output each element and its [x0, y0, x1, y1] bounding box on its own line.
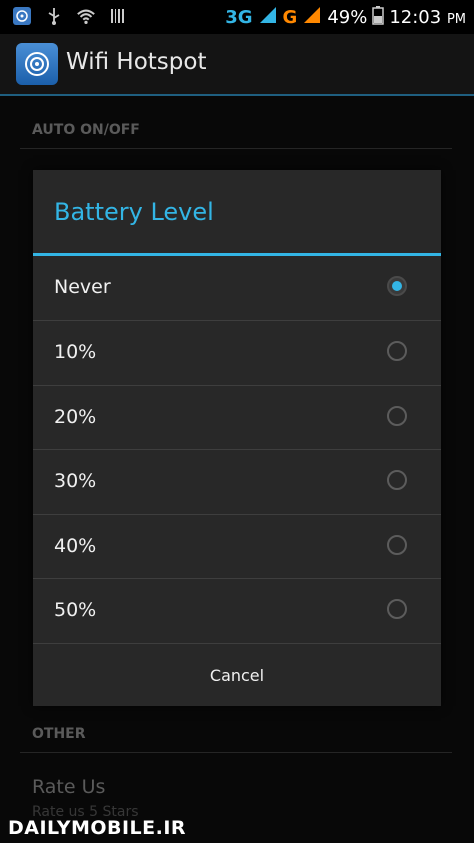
- clock: 12:03 PM: [389, 7, 466, 28]
- radio-selected-icon[interactable]: [387, 276, 407, 296]
- usb-icon: [44, 6, 64, 26]
- watermark-text: DAILYMOBILE.IR: [8, 817, 187, 839]
- action-bar: Wifi Hotspot: [0, 34, 474, 94]
- option-label: 50%: [54, 599, 97, 621]
- app-title: Wifi Hotspot: [66, 49, 207, 75]
- option-50[interactable]: 50%: [33, 579, 441, 643]
- option-label: 30%: [54, 470, 97, 492]
- option-label: 10%: [54, 341, 97, 363]
- option-label: Never: [54, 276, 111, 298]
- status-notifications: [12, 6, 128, 26]
- wifi-icon: [76, 6, 96, 26]
- status-indicators: 3G G 49% 12:03 PM: [225, 5, 466, 30]
- radio-unselected-icon[interactable]: [387, 599, 407, 619]
- barcode-icon: [108, 6, 128, 26]
- signal-g-icon: [302, 5, 322, 30]
- radio-unselected-icon[interactable]: [387, 470, 407, 490]
- status-bar: 3G G 49% 12:03 PM: [0, 0, 474, 34]
- network-g-label: G: [282, 7, 298, 28]
- battery-icon: [372, 5, 385, 30]
- option-label: 40%: [54, 535, 97, 557]
- hotspot-notification-icon: [12, 6, 32, 26]
- option-label: 20%: [54, 406, 97, 428]
- option-40[interactable]: 40%: [33, 515, 441, 579]
- radio-unselected-icon[interactable]: [387, 535, 407, 555]
- option-30[interactable]: 30%: [33, 450, 441, 514]
- clock-time: 12:03: [389, 7, 442, 28]
- network-3g-label: 3G: [225, 7, 253, 28]
- app-icon[interactable]: [16, 43, 58, 85]
- option-never[interactable]: Never: [33, 256, 441, 320]
- option-10[interactable]: 10%: [33, 321, 441, 385]
- cancel-button[interactable]: Cancel: [33, 644, 441, 706]
- radio-unselected-icon[interactable]: [387, 406, 407, 426]
- signal-3g-icon: [258, 5, 278, 30]
- radio-unselected-icon[interactable]: [387, 341, 407, 361]
- dialog-title: Battery Level: [54, 198, 214, 226]
- clock-ampm: PM: [446, 12, 466, 27]
- battery-level-dialog: Battery Level Never 10% 20% 30% 40% 50% …: [33, 170, 441, 706]
- battery-percent: 49%: [327, 7, 368, 28]
- option-20[interactable]: 20%: [33, 386, 441, 450]
